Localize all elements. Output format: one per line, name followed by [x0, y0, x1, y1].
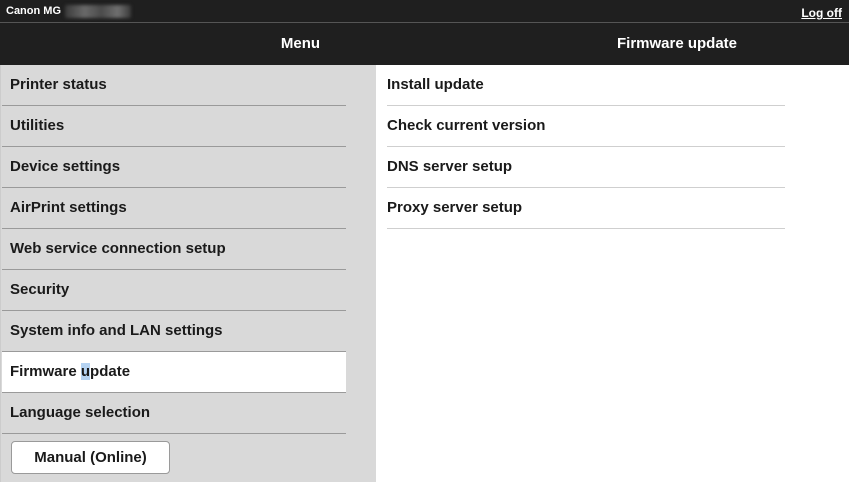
- dns-server-setup-item[interactable]: DNS server setup: [387, 147, 785, 188]
- proxy-server-setup-item[interactable]: Proxy server setup: [387, 188, 785, 229]
- sidebar-item-label-part: pdate: [90, 363, 131, 380]
- log-off-link[interactable]: Log off: [801, 7, 842, 20]
- manual-online-button[interactable]: Manual (Online): [11, 441, 170, 474]
- sidebar-item-system-info-lan[interactable]: System info and LAN settings: [2, 311, 346, 352]
- selected-text-highlight: u: [80, 363, 91, 380]
- header-bar: Menu Firmware update: [0, 23, 849, 65]
- sidebar-item-security[interactable]: Security: [2, 270, 346, 311]
- sidebar-item-utilities[interactable]: Utilities: [2, 106, 346, 147]
- redacted-model-number: [65, 5, 131, 18]
- sidebar-item-printer-status[interactable]: Printer status: [2, 65, 346, 106]
- page-title: Firmware update: [616, 35, 738, 52]
- printer-model: Canon MG: [6, 5, 131, 18]
- firmware-update-panel: Install update Check current version DNS…: [376, 65, 849, 482]
- sidebar-item-firmware-update[interactable]: Firmware update: [2, 352, 346, 393]
- printer-model-label: Canon MG: [6, 5, 61, 17]
- sidebar-item-web-service-connection-setup[interactable]: Web service connection setup: [2, 229, 346, 270]
- install-update-item[interactable]: Install update: [387, 65, 785, 106]
- sidebar-menu: Printer status Utilities Device settings…: [0, 65, 376, 482]
- top-bar: Canon MG Log off: [0, 0, 849, 23]
- sidebar-item-device-settings[interactable]: Device settings: [2, 147, 346, 188]
- sidebar-item-airprint-settings[interactable]: AirPrint settings: [2, 188, 346, 229]
- check-current-version-item[interactable]: Check current version: [387, 106, 785, 147]
- sidebar-item-label-part: Firmware: [10, 363, 81, 380]
- sidebar-item-language-selection[interactable]: Language selection: [2, 393, 346, 434]
